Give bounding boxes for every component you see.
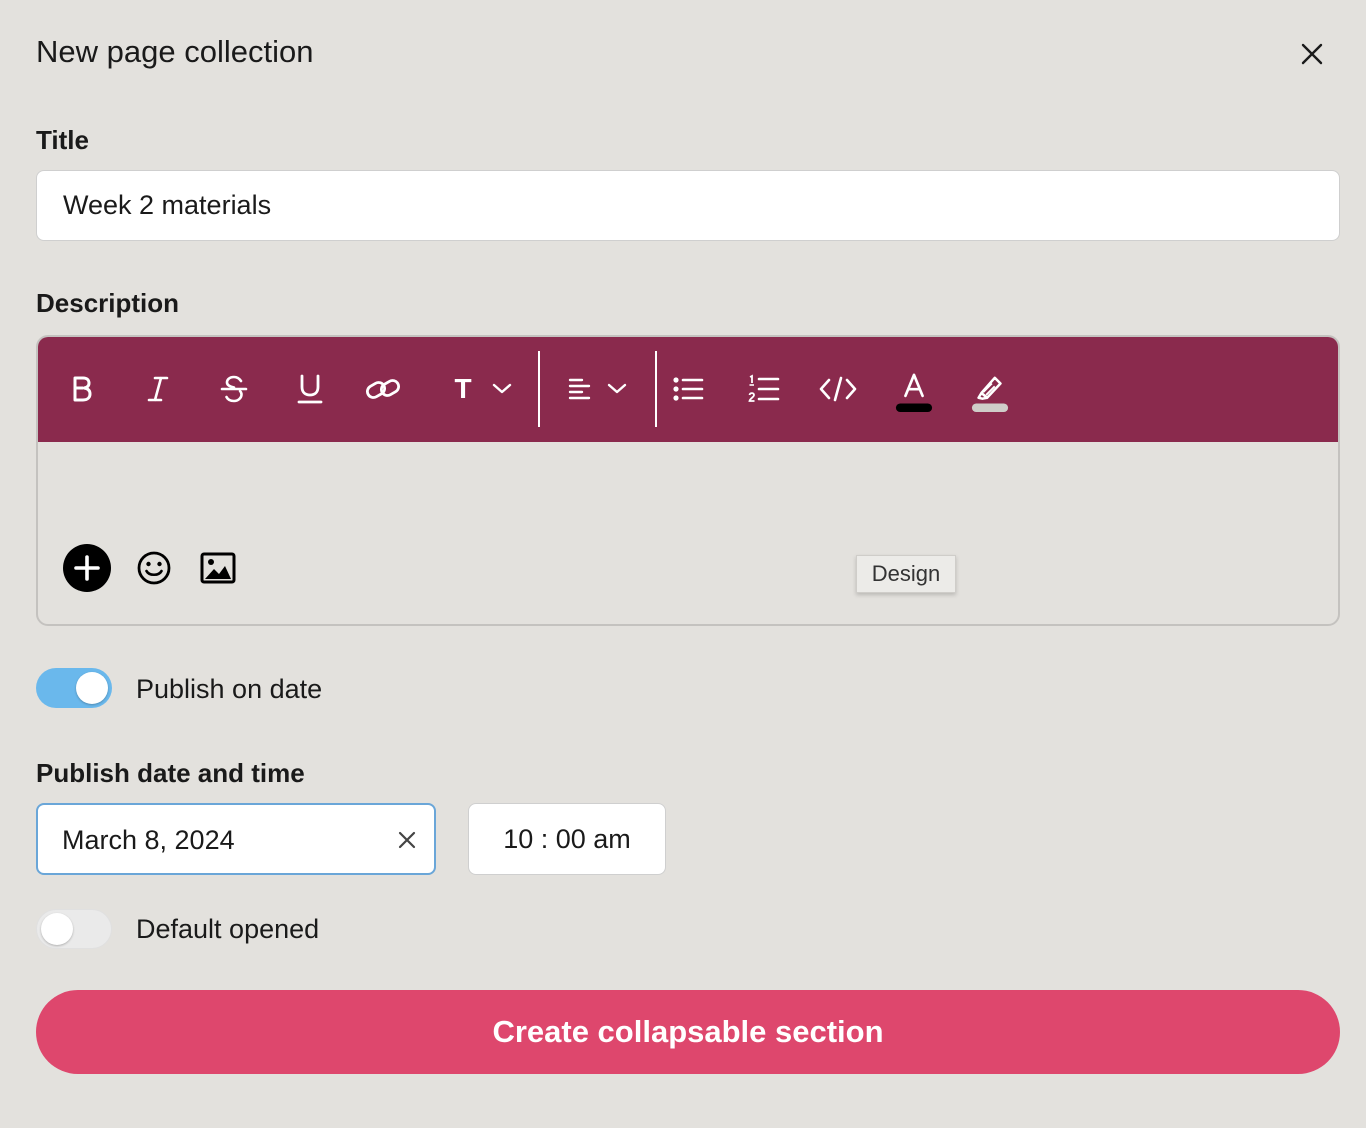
bold-button[interactable]	[60, 363, 104, 415]
design-tooltip: Design	[856, 555, 956, 593]
link-icon	[366, 379, 400, 399]
toolbar-divider	[655, 351, 657, 427]
numbered-list-button[interactable]	[744, 363, 784, 415]
code-button[interactable]	[818, 363, 858, 415]
toolbar-divider	[538, 351, 540, 427]
editor-toolbar: T	[38, 337, 1338, 442]
text-color-button[interactable]	[894, 367, 934, 419]
description-label: Description	[36, 288, 180, 318]
bulleted-list-icon	[673, 377, 704, 401]
underline-icon	[297, 374, 323, 404]
chevron-down-icon	[492, 383, 511, 394]
underline-button[interactable]	[288, 363, 332, 415]
text-style-dropdown[interactable]: T	[448, 363, 520, 415]
align-left-icon	[568, 378, 591, 400]
chevron-down-icon	[607, 383, 627, 394]
text-style-icon: T	[454, 373, 472, 404]
publish-datetime-label: Publish date and time	[36, 758, 305, 788]
title-input[interactable]	[36, 170, 1340, 241]
bold-icon	[73, 376, 92, 402]
clear-icon	[398, 831, 416, 849]
publish-time-input[interactable]: 10 : 00 am	[468, 803, 666, 875]
text-color-icon	[895, 373, 933, 413]
close-icon	[1301, 43, 1323, 65]
publish-date-input[interactable]: March 8, 2024	[36, 803, 436, 875]
default-opened-label: Default opened	[136, 914, 320, 944]
strikethrough-button[interactable]	[212, 363, 256, 415]
italic-button[interactable]	[136, 363, 180, 415]
strikethrough-icon	[220, 375, 248, 403]
highlight-button[interactable]	[970, 367, 1010, 419]
toggle-knob	[41, 913, 73, 945]
highlight-icon	[971, 376, 1009, 413]
add-content-button[interactable]	[62, 543, 112, 593]
code-icon	[819, 376, 857, 402]
clear-date-button[interactable]	[390, 823, 424, 857]
publish-on-date-label: Publish on date	[136, 674, 323, 704]
image-icon	[200, 552, 236, 584]
publish-on-date-toggle[interactable]	[36, 668, 112, 708]
default-opened-toggle[interactable]	[36, 909, 112, 949]
toggle-knob	[76, 672, 108, 704]
publish-date-value: March 8, 2024	[62, 825, 235, 855]
title-label: Title	[36, 125, 89, 155]
emoji-button[interactable]	[134, 543, 174, 593]
create-collapsable-section-button[interactable]: Create collapsable section	[36, 990, 1340, 1074]
description-editor[interactable]: T Design	[36, 335, 1340, 626]
alignment-dropdown[interactable]	[562, 363, 634, 415]
dialog-title: New page collection	[36, 34, 314, 69]
numbered-list-icon	[748, 374, 780, 402]
insert-image-button[interactable]	[198, 543, 238, 593]
close-button[interactable]	[1294, 36, 1330, 72]
emoji-icon	[137, 551, 171, 585]
italic-icon	[147, 376, 169, 402]
link-button[interactable]	[360, 363, 406, 415]
add-icon	[63, 544, 111, 592]
bulleted-list-button[interactable]	[668, 363, 708, 415]
new-page-collection-dialog: New page collection Title Description	[0, 0, 1366, 1128]
